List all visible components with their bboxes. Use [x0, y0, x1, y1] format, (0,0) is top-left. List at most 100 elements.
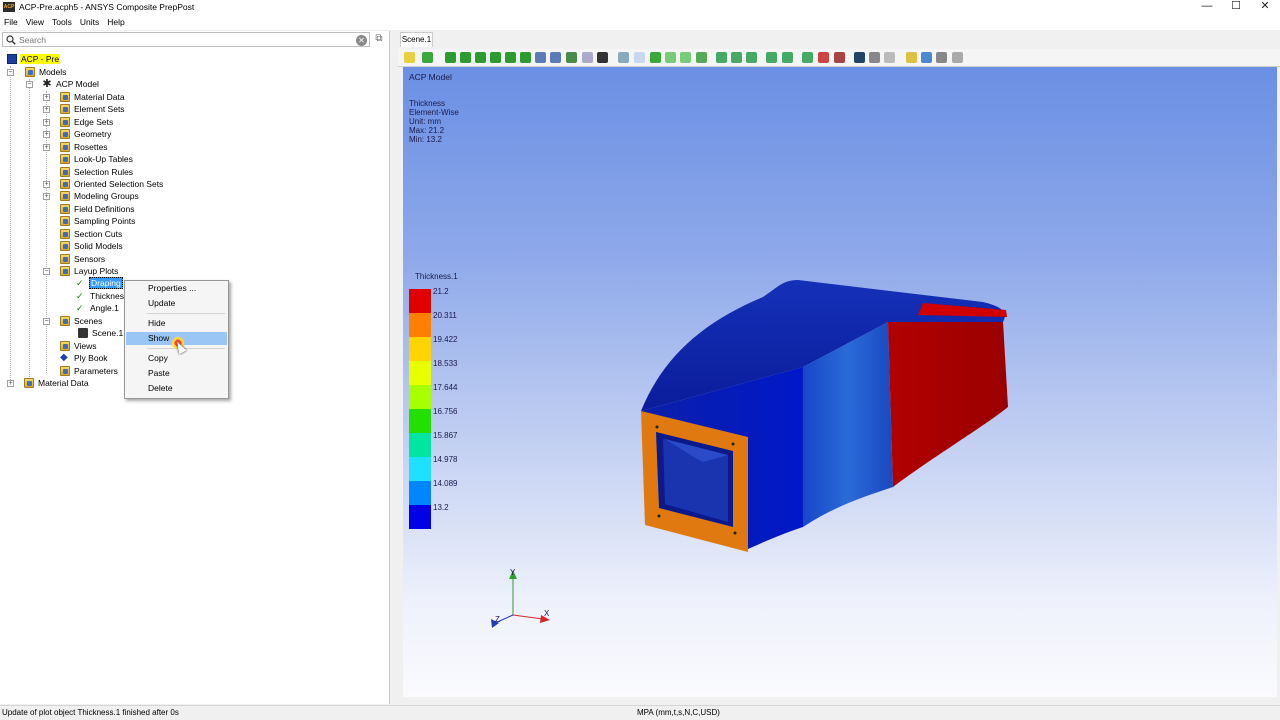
collapse-tree-icon[interactable]: ⧉: [372, 33, 386, 46]
tree-root-acp-pre[interactable]: ACP - Pre: [7, 53, 61, 65]
ctx-properties[interactable]: Properties ...: [126, 282, 227, 295]
menu-tools[interactable]: Tools: [48, 17, 76, 27]
move-icon[interactable]: [854, 52, 865, 63]
menu-help[interactable]: Help: [103, 17, 128, 27]
zoom-box-icon[interactable]: [550, 52, 561, 63]
axes-5-icon[interactable]: [782, 52, 793, 63]
list-icon[interactable]: [936, 52, 947, 63]
tree-node-element-sets[interactable]: Element Sets: [60, 103, 126, 115]
collapse-icon[interactable]: −: [43, 268, 50, 275]
tree-node-models[interactable]: Models: [25, 66, 67, 78]
tree-node-selection-rules[interactable]: Selection Rules: [60, 166, 134, 178]
rotate-icon[interactable]: [566, 52, 577, 63]
tree-node-scenes[interactable]: Scenes: [60, 315, 103, 327]
expand-icon[interactable]: +: [43, 181, 50, 188]
tree-node-edge-sets[interactable]: Edge Sets: [60, 116, 114, 128]
tree-node-scene-1[interactable]: Scene.1: [78, 327, 124, 339]
ctx-copy[interactable]: Copy: [126, 352, 227, 365]
tree-node-acp-model[interactable]: ✱ ACP Model: [42, 78, 100, 90]
legend-value: 14.978: [433, 455, 458, 464]
search-box[interactable]: ✕: [2, 32, 370, 47]
ruler-icon[interactable]: [884, 52, 895, 63]
view-right-icon[interactable]: [490, 52, 501, 63]
tree-node-geometry[interactable]: Geometry: [60, 128, 112, 140]
legend-icon[interactable]: [906, 52, 917, 63]
expand-icon[interactable]: +: [43, 193, 50, 200]
fit-view-icon[interactable]: [422, 52, 433, 63]
tree-node-thickness[interactable]: ✓ Thicknes: [76, 290, 125, 302]
options-icon[interactable]: [952, 52, 963, 63]
expand-icon[interactable]: +: [43, 119, 50, 126]
ctx-delete[interactable]: Delete: [126, 382, 227, 395]
collapse-icon[interactable]: −: [43, 318, 50, 325]
select-area-icon[interactable]: [650, 52, 661, 63]
folder-icon: [60, 266, 70, 276]
tree-label: Models: [39, 67, 67, 77]
tree-node-sensors[interactable]: Sensors: [60, 253, 106, 265]
view-bottom-icon[interactable]: [520, 52, 531, 63]
tree-node-layup-plots[interactable]: Layup Plots: [60, 265, 119, 277]
tree-node-draping[interactable]: ✓ Draping: [76, 277, 123, 289]
tree-node-ply-book[interactable]: ◆ Ply Book: [60, 352, 109, 364]
axes-4-icon[interactable]: [766, 52, 777, 63]
tree-label: Views: [74, 341, 97, 351]
tree-node-material-data-root[interactable]: Material Data: [24, 377, 90, 389]
maximize-button[interactable]: ☐: [1221, 0, 1251, 14]
clear-search-icon[interactable]: ✕: [356, 35, 367, 46]
expand-icon[interactable]: +: [43, 106, 50, 113]
select-edge-icon[interactable]: [665, 52, 676, 63]
tree-node-oriented-selection-sets[interactable]: Oriented Selection Sets: [60, 178, 164, 190]
settings-icon[interactable]: [869, 52, 880, 63]
menu-units[interactable]: Units: [76, 17, 103, 27]
axes-6-icon[interactable]: [802, 52, 813, 63]
3d-viewport[interactable]: ACP Model Thickness Element-Wise Unit: m…: [403, 67, 1277, 697]
highlight-icon[interactable]: [634, 52, 645, 63]
tree-label: Material Data: [74, 92, 125, 102]
pan-icon[interactable]: [582, 52, 593, 63]
menu-file[interactable]: File: [0, 17, 22, 27]
collapse-icon[interactable]: −: [7, 69, 14, 76]
axes-8-icon[interactable]: [834, 52, 845, 63]
expand-icon[interactable]: +: [43, 94, 50, 101]
tree-node-section-cuts[interactable]: Section Cuts: [60, 228, 123, 240]
axes-2-icon[interactable]: [731, 52, 742, 63]
view-front-icon[interactable]: [445, 52, 456, 63]
menu-view[interactable]: View: [22, 17, 48, 27]
expand-icon[interactable]: +: [7, 380, 14, 387]
ctx-hide[interactable]: Hide: [126, 317, 227, 330]
tree-node-modeling-groups[interactable]: Modeling Groups: [60, 190, 140, 202]
tree-node-look-up-tables[interactable]: Look-Up Tables: [60, 153, 134, 165]
unit-system: MPA (mm,t,s,N,C,USD): [637, 708, 720, 717]
select-node-icon[interactable]: [680, 52, 691, 63]
axes-3-icon[interactable]: [746, 52, 757, 63]
tree-node-rosettes[interactable]: Rosettes: [60, 141, 109, 153]
tree-node-sampling-points[interactable]: Sampling Points: [60, 215, 136, 227]
collapse-icon[interactable]: −: [26, 81, 33, 88]
folder-icon: [25, 67, 35, 77]
select-icon[interactable]: [618, 52, 629, 63]
search-input[interactable]: [19, 34, 349, 46]
tree-node-field-definitions[interactable]: Field Definitions: [60, 203, 135, 215]
tree-node-material-data[interactable]: Material Data: [60, 91, 126, 103]
axes-7-icon[interactable]: [818, 52, 829, 63]
expand-icon[interactable]: +: [43, 144, 50, 151]
tab-scene-1[interactable]: Scene.1: [400, 32, 433, 47]
close-button[interactable]: ✕: [1250, 0, 1280, 14]
camera-icon[interactable]: [597, 52, 608, 63]
tree-node-solid-models[interactable]: Solid Models: [60, 240, 124, 252]
view-top-icon[interactable]: [505, 52, 516, 63]
tree-node-angle[interactable]: ✓ Angle.1: [76, 302, 120, 314]
view-left-icon[interactable]: [475, 52, 486, 63]
pin-icon[interactable]: [404, 52, 415, 63]
ctx-update[interactable]: Update: [126, 297, 227, 310]
axes-icon[interactable]: [716, 52, 727, 63]
ctx-paste[interactable]: Paste: [126, 367, 227, 380]
tree-node-parameters[interactable]: Parameters: [60, 365, 119, 377]
minimize-button[interactable]: —: [1192, 0, 1222, 14]
expand-icon[interactable]: +: [43, 131, 50, 138]
zoom-icon[interactable]: [535, 52, 546, 63]
select-element-icon[interactable]: [696, 52, 707, 63]
text-icon[interactable]: [921, 52, 932, 63]
view-back-icon[interactable]: [460, 52, 471, 63]
tree-node-views[interactable]: Views: [60, 340, 98, 352]
